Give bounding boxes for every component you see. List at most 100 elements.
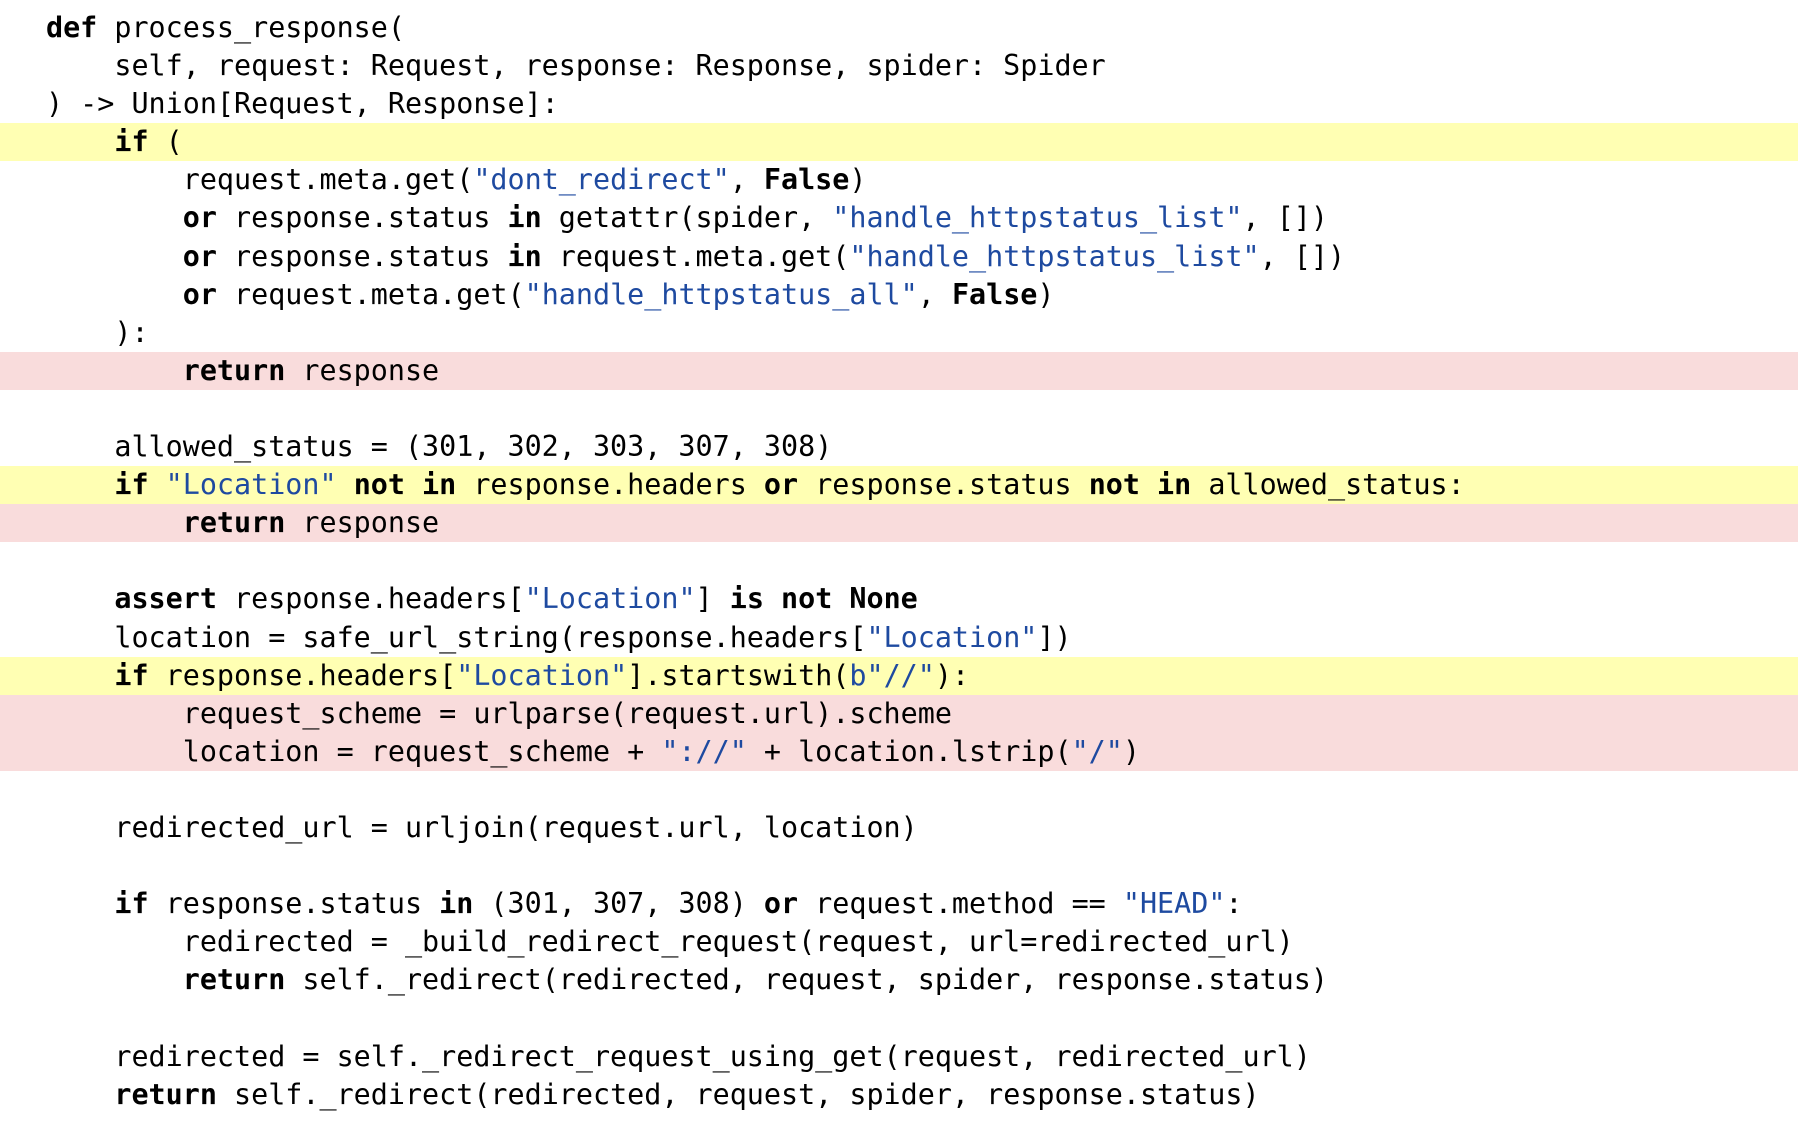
code-text: allowed_status: [1191,468,1465,502]
code-text: redirected = _build_redirect_request(req… [46,925,1294,959]
code-text: response.headers[ [216,582,525,616]
code-text: allowed_status = (301, 302, 303, 307, 30… [46,430,833,464]
code-keyword: if [114,658,149,692]
code-line: ): [0,314,1798,352]
code-line: ) -> Union[Request, Response]: [0,85,1798,123]
code-line: return self._redirect(redirected, reques… [0,961,1798,999]
code-text: response.status [148,887,440,921]
code-text: response [285,506,440,540]
code-string: "handle_httpstatus_all" [524,277,918,311]
code-string: "dont_redirect" [473,163,730,197]
code-text: ) [849,163,867,197]
code-text: response.status [216,239,508,273]
code-keyword: not in [353,468,457,502]
code-line: location = request_scheme + "://" + loca… [0,732,1798,771]
code-line: location = safe_url_string(response.head… [0,619,1798,657]
code-text: redirected = self._redirect_request_usin… [46,1039,1311,1073]
code-keyword: in [439,887,474,921]
code-string: "Location" [866,620,1038,654]
code-text: : [1225,887,1243,921]
code-line: if response.status in (301, 307, 308) or… [0,885,1798,923]
code-line: if "Location" not in response.headers or… [0,466,1798,505]
code-text: request.meta.get( [46,163,474,197]
code-line: redirected = _build_redirect_request(req… [0,923,1798,961]
code-keyword: or [182,239,217,273]
code-line: def process_response( [0,9,1798,47]
code-text: self, request: Request, response: Respon… [46,49,1106,83]
code-keyword: False [763,163,850,197]
code-text: ): [46,315,149,349]
code-text: process_response( [97,11,405,44]
code-keyword: or [763,468,799,502]
code-keyword: return [182,963,286,997]
code-string: "Location" [456,658,628,692]
code-line: assert response.headers["Location"] is n… [0,580,1798,618]
code-string: "Location" [165,468,337,502]
code-line: self, request: Request, response: Respon… [0,47,1798,85]
code-string: b"//" [849,658,935,692]
code-line: or response.status in request.meta.get("… [0,238,1798,276]
code-line: if ( [0,123,1798,162]
code-text: , []) [1259,239,1346,273]
code-text: getattr(spider, [541,201,833,235]
code-text: + location.lstrip( [746,734,1072,768]
code-text: self._redirect(redirected, request, spid… [216,1077,1260,1111]
code-keyword: if [114,468,149,502]
code-string: "Location" [524,582,696,616]
code-text: request_scheme = urlparse(request.url).s… [46,696,952,730]
code-line: return self._redirect(redirected, reques… [0,1076,1798,1114]
code-keyword: return [182,353,286,387]
code-line: return response [0,351,1798,390]
code-text: response.status [216,201,508,235]
code-text: (301, 307, 308) [473,887,764,921]
code-string: "/" [1071,734,1123,768]
code-text: request.meta.get( [216,277,525,311]
code-text: self._redirect(redirected, request, spid… [285,963,1328,997]
code-string: "handle_httpstatus_list" [832,201,1243,235]
code-keyword: if [114,125,149,159]
code-line: or response.status in getattr(spider, "h… [0,199,1798,237]
code-line: allowed_status = (301, 302, 303, 307, 30… [0,428,1798,466]
code-line: request_scheme = urlparse(request.url).s… [0,694,1798,733]
code-keyword: return [182,506,286,540]
code-text: redirected_url = urljoin(request.url, lo… [46,810,918,844]
code-line: redirected = self._redirect_request_usin… [0,1038,1798,1076]
code-text: ) [1122,734,1140,768]
code-text: request.meta.get( [541,239,850,273]
code-text: ( [148,125,183,159]
code-text: ): [934,658,970,692]
code-keyword: not in [1088,468,1192,502]
code-keyword: or [182,277,217,311]
code-view: def process_response( self, request: Req… [0,9,1798,1114]
code-string: "HEAD" [1122,887,1226,921]
code-text: ) -> Union[Request, Response]: [46,87,559,121]
code-line: request.meta.get("dont_redirect", False) [0,161,1798,199]
code-text: ]) [1037,620,1072,654]
code-text: response.headers [456,468,764,502]
code-keyword: in [507,201,542,235]
code-keyword: assert [114,582,217,616]
code-line: or request.meta.get("handle_httpstatus_a… [0,276,1798,314]
code-text: response [285,353,440,387]
code-keyword: if [114,887,149,921]
code-string: "://" [661,734,747,768]
code-text: , [917,277,952,311]
code-text: location = request_scheme + [46,734,662,768]
code-text: ] [695,582,730,616]
